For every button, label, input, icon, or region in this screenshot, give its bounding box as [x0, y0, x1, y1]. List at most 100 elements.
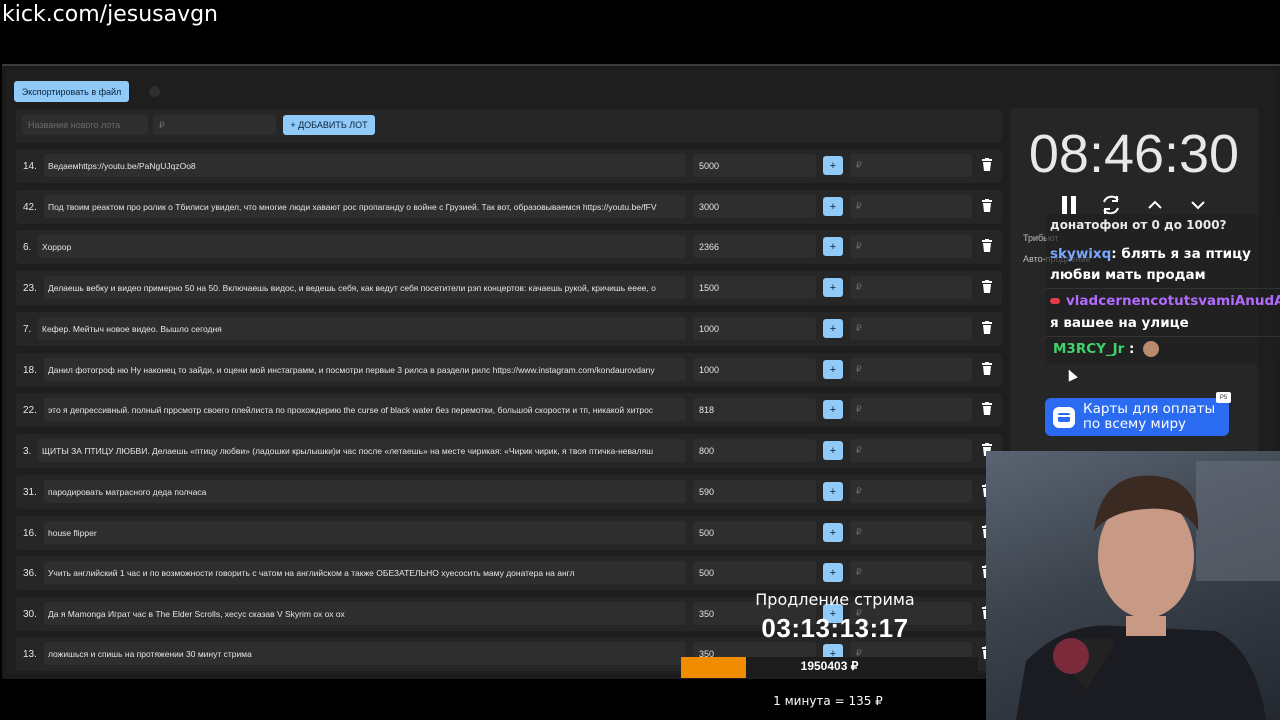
lot-name-input[interactable]: ЩИТЫ ЗА ПТИЦУ ЛЮБВИ. Делаешь «птицу любв… [38, 439, 686, 462]
lot-rub-input[interactable]: ₽ [850, 561, 972, 584]
lot-amount-input[interactable]: 500 [693, 521, 816, 544]
lot-name-input[interactable]: пародировать матрасного деда полчаса [44, 480, 686, 503]
donation-total: 1950403 ₽ [800, 659, 859, 673]
streamer-silhouette [1016, 461, 1280, 720]
lot-amount-input[interactable]: 2366 [693, 235, 816, 258]
emote-icon [1143, 341, 1160, 357]
lot-rub-input[interactable]: ₽ [850, 480, 972, 503]
chat-divider [1046, 288, 1280, 289]
chat-message: M3RCY_Jr : [1053, 341, 1160, 357]
lot-amount-input[interactable]: 5000 [693, 154, 816, 177]
lot-number: 3. [23, 445, 32, 457]
chat-message: vladcernencotutsvamiAnudA : [1050, 293, 1280, 309]
lot-name-input[interactable]: это я депрессивный. полный пррсмотр свое… [44, 398, 686, 421]
lot-row: 18. Данил фотогроф ню Ну наконец то зайди… [16, 353, 1002, 387]
lot-name-input[interactable]: Под твоим реактом про ролик о Тбилиси ув… [44, 195, 686, 218]
lot-rub-input[interactable]: ₽ [850, 317, 972, 340]
lot-rub-input[interactable]: ₽ [850, 154, 972, 177]
lot-add-amount-button[interactable]: + [823, 319, 843, 338]
trash-icon[interactable] [982, 158, 992, 171]
chat-username[interactable]: skywixq [1050, 246, 1111, 262]
lot-rub-input[interactable]: ₽ [850, 358, 972, 381]
lot-number: 6. [23, 241, 32, 253]
lot-row: 31. пародировать матрасного деда полчаса 5… [16, 475, 1002, 509]
chat-message-cont: любви мать продам [1050, 267, 1206, 283]
export-button[interactable]: Экспортировать в файл [14, 81, 129, 102]
lot-row: 16. house flipper 500 + ₽ [16, 516, 1002, 550]
lot-row: 6. Хоррор 2366 + ₽ [16, 230, 1002, 264]
lot-amount-input[interactable]: 1500 [693, 276, 816, 299]
channel-url: kick.com/jesusavgn [2, 2, 219, 27]
chat-message-cont: я вашее на улице [1050, 315, 1189, 331]
stream-extension-title: Продление стрима [755, 590, 915, 609]
lot-number: 23. [23, 282, 37, 294]
lot-row: 14. Ведаемhttps://youtu.be/PaNgUJqzOo8 500… [16, 149, 1002, 183]
trash-icon[interactable] [982, 199, 992, 212]
lot-name-input[interactable]: house flipper [44, 521, 686, 544]
lot-add-amount-button[interactable]: + [823, 441, 843, 460]
lot-number: 13. [23, 648, 37, 660]
lot-add-amount-button[interactable]: + [823, 278, 843, 297]
lot-number: 30. [23, 608, 37, 620]
lot-name-input[interactable]: Делаешь вебку и видео примерно 50 на 50.… [44, 276, 686, 299]
lot-name-input[interactable]: Да я Mamonga Играт час в The Elder Scrol… [44, 602, 686, 625]
trash-icon[interactable] [982, 280, 992, 293]
auction-timer: 08:46:30 [1028, 124, 1240, 184]
lot-rub-input[interactable]: ₽ [850, 195, 972, 218]
lot-add-amount-button[interactable]: + [823, 237, 843, 256]
stream-extension-timer: 03:13:13:17 [761, 613, 909, 643]
lot-add-amount-button[interactable]: + [823, 563, 843, 582]
lot-name-input[interactable]: Данил фотогроф ню Ну наконец то зайди, и… [44, 358, 686, 381]
lot-name-input[interactable]: Кефер. Мейтыч новое видео. Вышло сегодня [38, 317, 686, 340]
lot-number: 22. [23, 404, 37, 416]
lot-add-amount-button[interactable]: + [823, 360, 843, 379]
lot-amount-input[interactable]: 500 [693, 561, 816, 584]
lot-amount-input[interactable]: 818 [693, 398, 816, 421]
lot-add-amount-button[interactable]: + [823, 523, 843, 542]
lot-amount-input[interactable]: 1000 [693, 358, 816, 381]
lot-rub-input[interactable]: ₽ [850, 439, 972, 462]
chat-partial-line: донатофон от 0 до 1000? [1050, 218, 1227, 232]
new-lot-name-input[interactable]: Название нового лота [22, 115, 148, 135]
lot-row: 23. Делаешь вебку и видео примерно 50 на … [16, 271, 1002, 305]
card-icon [1053, 407, 1075, 428]
lot-add-amount-button[interactable]: + [823, 400, 843, 419]
lot-add-amount-button[interactable]: + [823, 482, 843, 501]
ad-badge: Р5 [1216, 392, 1231, 403]
ad-banner[interactable]: Карты для оплаты по всему миру [1045, 398, 1229, 436]
ad-text: Карты для оплаты по всему миру [1083, 402, 1215, 432]
lot-rub-input[interactable]: ₽ [850, 235, 972, 258]
lot-name-input[interactable]: Хоррор [38, 235, 686, 258]
lot-amount-input[interactable]: 1000 [693, 317, 816, 340]
lot-rub-input[interactable]: ₽ [850, 276, 972, 299]
lot-rub-input[interactable]: ₽ [850, 521, 972, 544]
theme-toggle[interactable] [149, 86, 160, 97]
chat-username[interactable]: vladcernencotutsvamiAnudA [1066, 293, 1280, 309]
lot-amount-input[interactable]: 3000 [693, 195, 816, 218]
lot-name-input[interactable]: ложишься и спишь на протяжении 30 минут … [44, 642, 686, 665]
badge-icon [1050, 298, 1060, 304]
ad-line-1: Карты для оплаты [1083, 401, 1216, 417]
trash-icon[interactable] [982, 362, 992, 375]
lot-number: 36. [23, 567, 37, 579]
chat-text: : блять я за птицу [1111, 246, 1251, 262]
lot-amount-input[interactable]: 590 [693, 480, 816, 503]
lot-row: 22. это я депрессивный. полный пррсмотр с… [16, 393, 1002, 427]
lot-amount-input[interactable]: 800 [693, 439, 816, 462]
chat-username[interactable]: M3RCY_Jr [1053, 341, 1124, 357]
add-lot-button[interactable]: + ДОБАВИТЬ ЛОТ [283, 115, 375, 135]
chat-message: skywixq: блять я за птицу [1050, 246, 1251, 262]
lot-name-input[interactable]: Ведаемhttps://youtu.be/PaNgUJqzOo8 [44, 154, 686, 177]
lot-rub-input[interactable]: ₽ [850, 398, 972, 421]
trash-icon[interactable] [982, 321, 992, 334]
lot-number: 14. [23, 160, 37, 172]
lot-add-amount-button[interactable]: + [823, 156, 843, 175]
lot-number: 7. [23, 323, 32, 335]
trash-icon[interactable] [982, 239, 992, 252]
new-lot-amount-input[interactable]: ₽ [153, 115, 276, 135]
lot-add-amount-button[interactable]: + [823, 197, 843, 216]
trash-icon[interactable] [982, 402, 992, 415]
lot-number: 31. [23, 486, 37, 498]
lot-row: 42. Под твоим реактом про ролик о Тбилиси… [16, 190, 1002, 224]
lot-name-input[interactable]: Учить английский 1 час и по возможности … [44, 561, 686, 584]
